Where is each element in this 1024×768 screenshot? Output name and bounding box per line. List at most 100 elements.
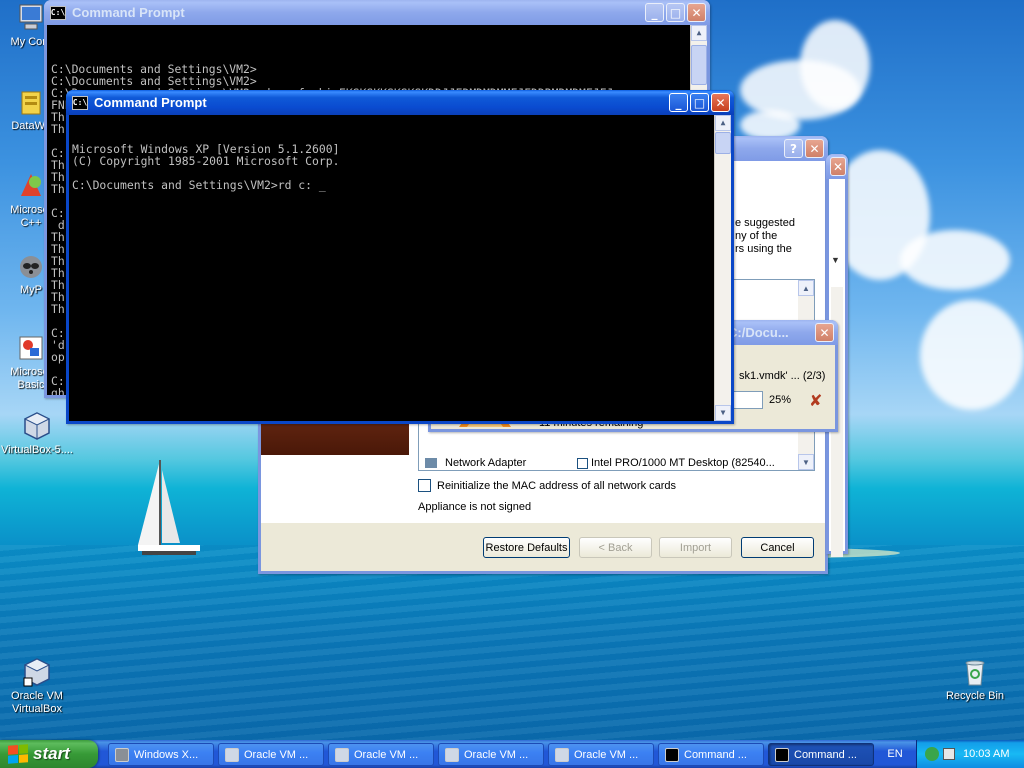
network-adapter-checkbox[interactable]	[577, 457, 588, 469]
network-icon[interactable]	[925, 747, 939, 761]
reinit-mac-label: Reinitialize the MAC address of all netw…	[437, 479, 677, 492]
cmd-front-titlebar[interactable]: C:\ Command Prompt _ □ ✕	[66, 90, 734, 115]
scroll-thumb[interactable]	[691, 45, 707, 85]
visual-basic-icon	[19, 336, 43, 360]
desktop-icon-recycle-bin[interactable]: Recycle Bin	[936, 656, 1014, 703]
help-button[interactable]: ?	[784, 139, 803, 158]
progress-file-text: sk1.vmdk' ... (2/3)	[739, 370, 826, 382]
desktop-icon-oracle-vm-virtualbox[interactable]: Oracle VM VirtualBox	[0, 656, 76, 716]
network-adapter-value: Intel PRO/1000 MT Desktop (82540...	[591, 457, 775, 469]
raccoon-icon	[20, 256, 42, 278]
import-button[interactable]: Import	[659, 537, 732, 558]
desktop-icon-virtualbox-installer[interactable]: VirtualBox-5....	[0, 410, 76, 457]
desktop-icon-label: VirtualBox-5....	[1, 444, 73, 456]
console-output[interactable]: Microsoft Windows XP [Version 5.1.2600](…	[69, 115, 731, 421]
scroll-up-arrow[interactable]: ▲	[715, 115, 731, 131]
scroll-down-arrow[interactable]: ▼	[798, 454, 814, 470]
cmd-icon: C:\	[72, 95, 88, 110]
taskbar-item[interactable]: Oracle VM ...	[548, 743, 654, 766]
progress-title: C:/Docu...	[728, 325, 789, 340]
cloud	[920, 300, 1024, 410]
cmd-icon: C:\	[50, 5, 66, 20]
wizard-description: e suggested ny of the rs using the	[735, 217, 795, 256]
virtualbox-icon	[335, 747, 349, 762]
sailboat-image	[138, 460, 200, 555]
sea-texture	[0, 545, 1024, 740]
command-prompt-window-front: C:\ Command Prompt _ □ ✕ Microsoft Windo…	[66, 90, 734, 424]
taskbar-item-label: Command ...	[794, 748, 857, 761]
close-button[interactable]: ✕	[815, 323, 834, 342]
console-lines: Microsoft Windows XP [Version 5.1.2600](…	[72, 143, 731, 191]
network-adapter-icon	[425, 458, 437, 468]
console-line: (C) Copyright 1985-2001 Microsoft Corp.	[72, 154, 340, 168]
virtualbox-icon	[445, 747, 459, 762]
start-button[interactable]: start	[0, 740, 98, 768]
taskbar-item-label: Oracle VM ...	[244, 748, 309, 761]
taskbar-item[interactable]: Oracle VM ...	[218, 743, 324, 766]
network-adapter-row[interactable]: Network Adapter Intel PRO/1000 MT Deskto…	[425, 456, 797, 470]
language-indicator[interactable]: EN	[880, 744, 910, 764]
taskbar-item[interactable]: Oracle VM ...	[438, 743, 544, 766]
virtualbox-shortcut-icon	[23, 658, 51, 687]
window-title: Command Prompt	[72, 5, 185, 20]
desktop-icon-label: Recycle Bin	[945, 690, 1005, 702]
clock[interactable]: 10:03 AM	[963, 748, 1009, 760]
virtualbox-icon	[225, 747, 239, 762]
description-line: rs using the	[735, 243, 792, 255]
taskbar-item[interactable]: Command ...	[768, 743, 874, 766]
maximize-button[interactable]: □	[690, 93, 709, 112]
taskbar-item-label: Oracle VM ...	[354, 748, 419, 761]
raccoon-icon	[115, 747, 129, 762]
back-button[interactable]: < Back	[579, 537, 652, 558]
desktop-icon-label: Oracle VM VirtualBox	[11, 690, 63, 715]
scroll-thumb[interactable]	[715, 132, 731, 154]
taskbar-item-label: Oracle VM ...	[574, 748, 639, 761]
cmd-icon	[665, 747, 679, 762]
description-line: ny of the	[735, 230, 778, 242]
datawarehouse-icon	[21, 91, 41, 115]
recycle-bin-icon	[965, 660, 985, 686]
restore-defaults-button[interactable]: Restore Defaults	[483, 537, 570, 558]
chevron-down-icon[interactable]: ▼	[831, 255, 840, 265]
virtualbox-icon	[555, 747, 569, 762]
desktop-icon-label: MyP	[20, 284, 42, 296]
cloud	[800, 20, 870, 110]
taskbar: start Windows X... Oracle VM ... Oracle VM…	[0, 740, 1024, 768]
scroll-up-arrow[interactable]: ▲	[798, 280, 814, 296]
close-button[interactable]: ✕	[687, 3, 706, 22]
cmd-back-titlebar[interactable]: C:\ Command Prompt _ □ ✕	[44, 0, 710, 25]
network-adapter-label: Network Adapter	[445, 457, 527, 469]
system-tray: 10:03 AM	[916, 740, 1024, 768]
scroll-down-arrow[interactable]: ▼	[715, 405, 731, 421]
minimize-button[interactable]: _	[669, 93, 688, 112]
console-scrollbar[interactable]: ▲ ▼	[714, 115, 731, 421]
cmd-icon	[775, 747, 789, 762]
console-line: C:\Documents and Settings\VM2>rd c: _	[72, 178, 326, 192]
close-button[interactable]: ✕	[830, 157, 846, 176]
cloud	[900, 230, 1010, 290]
close-button[interactable]: ✕	[711, 93, 730, 112]
maximize-button[interactable]: □	[666, 3, 685, 22]
cancel-import-icon[interactable]: ✘	[809, 391, 822, 411]
cancel-button[interactable]: Cancel	[741, 537, 814, 558]
virtualbox-icon	[23, 412, 51, 440]
taskbar-item-label: Windows X...	[134, 748, 199, 761]
taskbar-item[interactable]: Windows X...	[108, 743, 214, 766]
reinit-mac-option[interactable]: Reinitialize the MAC address of all netw…	[418, 479, 676, 492]
start-label: start	[33, 744, 70, 763]
taskbar-item[interactable]: Command ...	[658, 743, 764, 766]
desktop: My Com DataWa Microsof C++ MyP Microsof …	[0, 0, 1024, 740]
reinit-mac-checkbox[interactable]	[418, 479, 431, 492]
signature-status: Appliance is not signed	[418, 501, 532, 513]
description-line: e suggested	[735, 217, 795, 229]
windows-logo-icon	[8, 744, 28, 764]
visual-cpp-icon	[21, 174, 41, 196]
manager-titlebar[interactable]: ✕	[826, 154, 848, 179]
volume-icon[interactable]	[943, 748, 955, 760]
window-title: Command Prompt	[94, 95, 207, 110]
taskbar-item[interactable]: Oracle VM ...	[328, 743, 434, 766]
minimize-button[interactable]: _	[645, 3, 664, 22]
scroll-up-arrow[interactable]: ▲	[691, 25, 707, 41]
close-button[interactable]: ✕	[805, 139, 824, 158]
taskbar-item-label: Command ...	[684, 748, 747, 761]
